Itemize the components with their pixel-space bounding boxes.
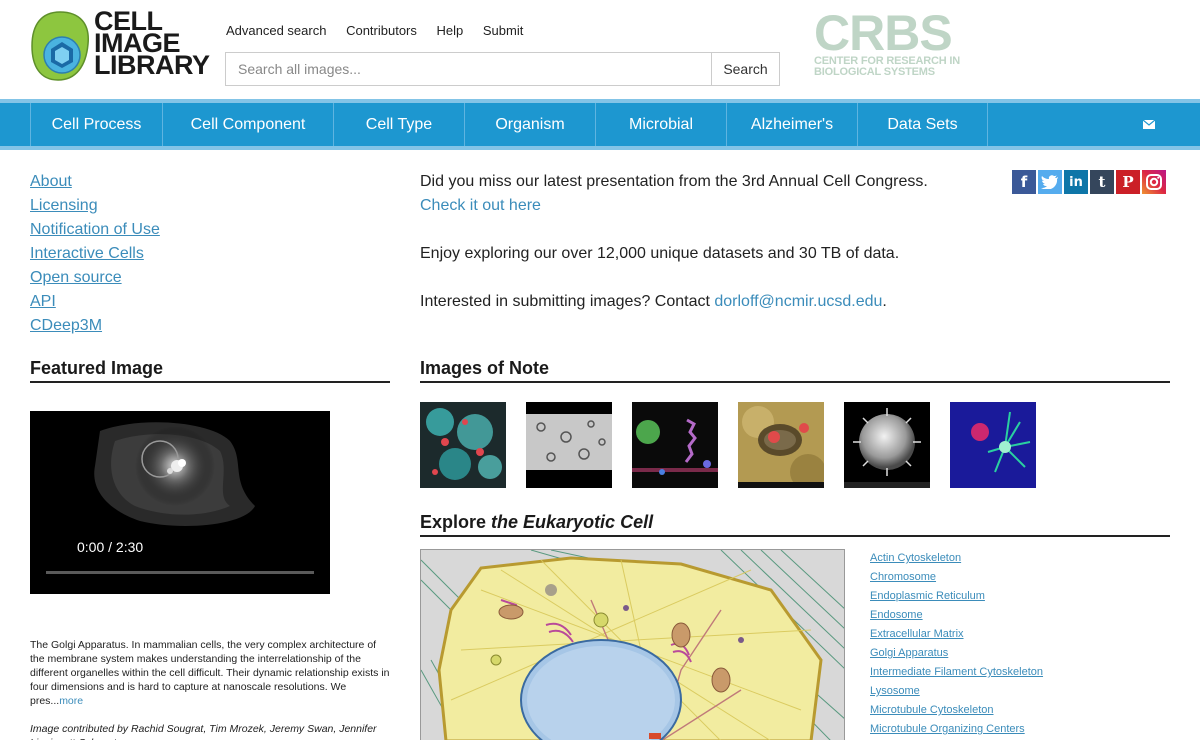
images-of-note-thumbnails (420, 402, 1036, 488)
logo-wordmark: CELL IMAGE LIBRARY (94, 6, 210, 80)
dataset-stats-text: Enjoy exploring our over 12,000 unique d… (420, 245, 900, 262)
video-progress-bar[interactable] (46, 571, 314, 574)
note-thumbnail[interactable] (632, 402, 718, 488)
note-thumbnail[interactable] (420, 402, 506, 488)
api-link[interactable]: API (30, 290, 160, 314)
help-link[interactable]: Help (437, 23, 464, 38)
nav-organism[interactable]: Organism (464, 103, 595, 146)
contact-text: Interested in submitting images? Contact (420, 293, 715, 310)
advanced-search-link[interactable]: Advanced search (226, 23, 326, 38)
twitter-icon[interactable] (1038, 170, 1062, 194)
video-controls (30, 544, 330, 594)
pinterest-icon[interactable]: P (1116, 170, 1140, 194)
explore-heading: Explore the Eukaryotic Cell (420, 512, 1170, 537)
note-thumbnail[interactable] (526, 402, 612, 488)
about-link[interactable]: About (30, 170, 160, 194)
nav-cell-type[interactable]: Cell Type (333, 103, 464, 146)
nav-microbial[interactable]: Microbial (595, 103, 726, 146)
explore-link-endosome[interactable]: Endosome (870, 606, 1043, 625)
intro-text: Did you miss our latest presentation fro… (420, 170, 1000, 338)
cdeep3m-link[interactable]: CDeep3M (30, 314, 160, 338)
video-time: 0:00 / 2:30 (77, 539, 144, 555)
explore-links: Actin Cytoskeleton Chromosome Endoplasmi… (870, 549, 1043, 739)
facebook-icon[interactable]: f (1012, 170, 1036, 194)
crbs-logo[interactable]: CRBS CENTER FOR RESEARCH IN BIOLOGICAL S… (814, 5, 964, 80)
interactive-cells-link[interactable]: Interactive Cells (30, 242, 160, 266)
explore-link-endoplasmic-reticulum[interactable]: Endoplasmic Reticulum (870, 587, 1043, 606)
licensing-link[interactable]: Licensing (30, 194, 160, 218)
explore-link-microtubule-cytoskeleton[interactable]: Microtubule Cytoskeleton (870, 701, 1043, 720)
search-input[interactable] (226, 53, 711, 85)
explore-link-golgi-apparatus[interactable]: Golgi Apparatus (870, 644, 1043, 663)
contact-email-link[interactable]: dorloff@ncmir.ucsd.edu (714, 293, 882, 310)
top-links: Advanced search Contributors Help Submit (226, 23, 539, 38)
note-thumbnail[interactable] (950, 402, 1036, 488)
note-thumbnail[interactable] (844, 402, 930, 488)
envelope-icon[interactable] (1130, 103, 1168, 146)
crbs-wordmark: CRBS (814, 5, 953, 61)
announcement-text: Did you miss our latest presentation fro… (420, 173, 928, 190)
open-source-link[interactable]: Open source (30, 266, 160, 290)
images-of-note-heading: Images of Note (420, 358, 1170, 383)
logo-mark-icon (31, 11, 89, 81)
check-it-out-link[interactable]: Check it out here (420, 197, 541, 214)
more-link[interactable]: more (59, 695, 83, 707)
submit-link[interactable]: Submit (483, 23, 523, 38)
sidebar-links: About Licensing Notification of Use Inte… (30, 170, 160, 338)
site-logo[interactable]: CELL IMAGE LIBRARY (30, 8, 210, 85)
contributors-link[interactable]: Contributors (346, 23, 417, 38)
featured-description: The Golgi Apparatus. In mammalian cells,… (30, 639, 390, 707)
nav-cell-component[interactable]: Cell Component (162, 103, 333, 146)
nav-cell-process[interactable]: Cell Process (30, 103, 162, 146)
featured-credit: Image contributed by Rachid Sougrat, Tim… (30, 723, 377, 740)
explore-link-actin-cytoskeleton[interactable]: Actin Cytoskeleton (870, 549, 1043, 568)
featured-image-heading: Featured Image (30, 358, 390, 383)
featured-video[interactable]: 0:00 / 2:30 (30, 411, 330, 594)
explore-link-extracellular-matrix[interactable]: Extracellular Matrix (870, 625, 1043, 644)
instagram-icon[interactable] (1142, 170, 1166, 194)
search-button[interactable]: Search (711, 53, 779, 85)
note-thumbnail[interactable] (738, 402, 824, 488)
linkedin-icon[interactable]: in (1064, 170, 1088, 194)
nav-alzheimers[interactable]: Alzheimer's (726, 103, 857, 146)
eukaryotic-cell-diagram[interactable] (420, 549, 845, 740)
main-nav: Cell Process Cell Component Cell Type Or… (0, 103, 1200, 146)
nav-accent-bottom (0, 146, 1200, 150)
tumblr-icon[interactable]: t (1090, 170, 1114, 194)
crbs-subtitle: CENTER FOR RESEARCH IN BIOLOGICAL SYSTEM… (814, 55, 960, 78)
social-icons: f in t P (1012, 170, 1166, 194)
notification-of-use-link[interactable]: Notification of Use (30, 218, 160, 242)
explore-link-lysosome[interactable]: Lysosome (870, 682, 1043, 701)
search-bar: Search (225, 52, 780, 86)
explore-link-microtubule-organizing-centers[interactable]: Microtubule Organizing Centers (870, 720, 1043, 739)
nav-data-sets[interactable]: Data Sets (857, 103, 988, 146)
explore-link-intermediate-filament[interactable]: Intermediate Filament Cytoskeleton (870, 663, 1043, 682)
explore-link-chromosome[interactable]: Chromosome (870, 568, 1043, 587)
